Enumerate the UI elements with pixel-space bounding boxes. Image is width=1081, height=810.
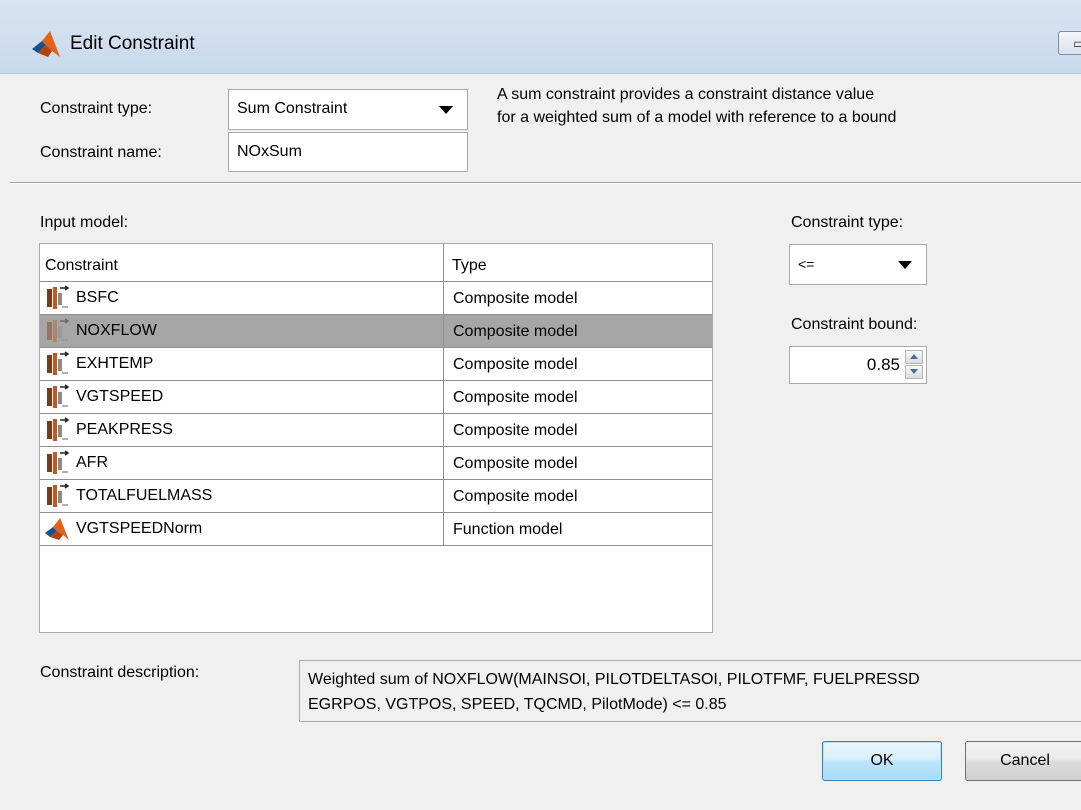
description-line-1: A sum constraint provides a constraint d… (497, 86, 875, 103)
constraint-cell: VGTSPEED (40, 381, 444, 413)
edit-constraint-dialog: Edit Constraint ▭ Constraint type: Sum C… (0, 0, 1081, 810)
composite-model-icon (44, 318, 70, 344)
model-type: Composite model (453, 422, 578, 439)
input-model-table[interactable]: Constraint Type BSFC Composite model NOXFL… (39, 243, 713, 633)
type-cell: Composite model (444, 447, 712, 479)
constraint-operator-value: <= (798, 256, 815, 272)
chevron-down-icon (439, 105, 453, 114)
type-cell: Composite model (444, 282, 712, 314)
composite-model-icon (44, 417, 70, 443)
constraint-name: BSFC (76, 289, 119, 306)
table-row[interactable]: VGTSPEEDNorm Function model (40, 513, 712, 546)
type-cell: Composite model (444, 381, 712, 413)
table-row[interactable]: TOTALFUELMASS Composite model (40, 480, 712, 513)
constraint-cell: EXHTEMP (40, 348, 444, 380)
title-bar[interactable]: Edit Constraint ▭ (0, 0, 1081, 74)
table-row[interactable]: VGTSPEED Composite model (40, 381, 712, 414)
constraint-name: EXHTEMP (76, 355, 154, 372)
chevron-down-icon (898, 260, 912, 269)
model-type: Composite model (453, 323, 578, 340)
ok-button[interactable]: OK (822, 741, 942, 781)
constraint-name: AFR (76, 454, 108, 471)
constraint-cell: TOTALFUELMASS (40, 480, 444, 512)
composite-model-icon (44, 483, 70, 509)
constraint-name-value: NOxSum (237, 143, 302, 160)
constraint-description-line-1: Weighted sum of NOXFLOW(MAINSOI, PILOTDE… (308, 671, 920, 688)
table-row[interactable]: PEAKPRESS Composite model (40, 414, 712, 447)
constraint-description-label: Constraint description: (40, 664, 200, 681)
table-row[interactable]: AFR Composite model (40, 447, 712, 480)
model-type: Composite model (453, 290, 578, 307)
constraint-operator-dropdown[interactable]: <= (789, 244, 927, 285)
model-type: Composite model (453, 389, 578, 406)
constraint-cell: BSFC (40, 282, 444, 314)
spin-down-icon[interactable] (905, 365, 923, 379)
table-row[interactable]: EXHTEMP Composite model (40, 348, 712, 381)
constraint-description-line-2: EGRPOS, VGTPOS, SPEED, TQCMD, PilotMode)… (308, 696, 727, 713)
constraint-name: NOXFLOW (76, 322, 157, 339)
input-model-label: Input model: (40, 214, 129, 231)
constraint-description-box: Weighted sum of NOXFLOW(MAINSOI, PILOTDE… (299, 660, 1081, 722)
constraint-bound-spinner[interactable]: 0.85 (789, 346, 927, 384)
constraint-name-field[interactable]: NOxSum (228, 132, 468, 172)
constraint-type-dropdown[interactable]: Sum Constraint (228, 89, 468, 130)
type-cell: Composite model (444, 348, 712, 380)
type-cell: Function model (444, 513, 712, 545)
composite-model-icon (44, 285, 70, 311)
type-cell: Composite model (444, 315, 712, 347)
column-header-type[interactable]: Type (444, 244, 712, 281)
matlab-function-icon (44, 516, 70, 542)
constraint-cell: VGTSPEEDNorm (40, 513, 444, 545)
constraint-bound-label: Constraint bound: (791, 316, 918, 333)
table-row[interactable]: NOXFLOW Composite model (40, 315, 712, 348)
dialog-body: Constraint type: Sum Constraint Constrai… (10, 74, 1081, 799)
model-type: Function model (453, 521, 563, 538)
constraint-name: PEAKPRESS (76, 421, 173, 438)
constraint-name-label: Constraint name: (40, 144, 162, 161)
description-line-2: for a weighted sum of a model with refer… (497, 109, 897, 126)
model-type: Composite model (453, 455, 578, 472)
cancel-button[interactable]: Cancel (965, 741, 1081, 781)
constraint-type-label: Constraint type: (40, 100, 153, 117)
separator (10, 182, 1081, 184)
table-header: Constraint Type (40, 244, 712, 282)
table-row[interactable]: BSFC Composite model (40, 282, 712, 315)
window-title: Edit Constraint (70, 33, 195, 54)
composite-model-icon (44, 351, 70, 377)
constraint-cell: NOXFLOW (40, 315, 444, 347)
constraint-name: TOTALFUELMASS (76, 487, 213, 504)
constraint-type-value: Sum Constraint (237, 100, 348, 117)
right-constraint-type-label: Constraint type: (791, 214, 904, 231)
model-type: Composite model (453, 356, 578, 373)
constraint-bound-value: 0.85 (866, 355, 900, 374)
matlab-logo-icon (32, 31, 60, 57)
constraint-name: VGTSPEEDNorm (76, 520, 203, 537)
constraint-cell: AFR (40, 447, 444, 479)
type-cell: Composite model (444, 480, 712, 512)
spin-up-icon[interactable] (905, 350, 923, 364)
type-cell: Composite model (444, 414, 712, 446)
composite-model-icon (44, 384, 70, 410)
constraint-type-description: A sum constraint provides a constraint d… (497, 83, 896, 129)
column-header-constraint[interactable]: Constraint (40, 244, 444, 281)
composite-model-icon (44, 450, 70, 476)
minimize-button[interactable]: ▭ (1058, 31, 1081, 55)
constraint-cell: PEAKPRESS (40, 414, 444, 446)
model-type: Composite model (453, 488, 578, 505)
constraint-name: VGTSPEED (76, 388, 164, 405)
